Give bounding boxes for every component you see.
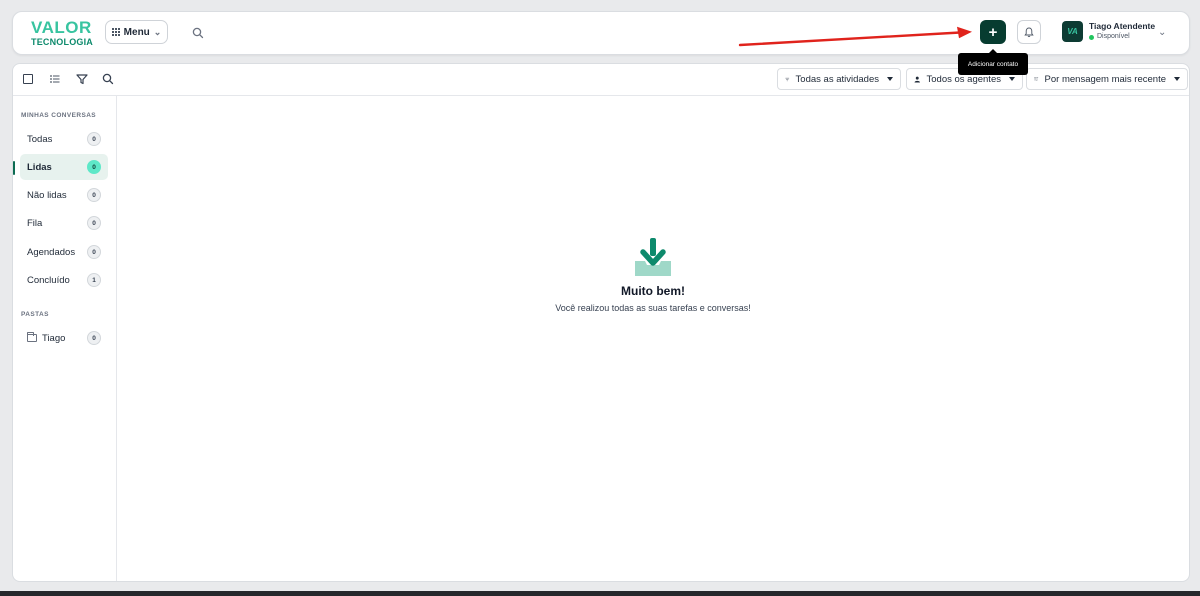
- search-icon[interactable]: [101, 72, 115, 86]
- chevron-down-icon: ⌄: [153, 26, 162, 37]
- user-status: Disponível: [1089, 32, 1155, 42]
- empty-state-subtitle: Você realizou todas as suas tarefas e co…: [555, 303, 751, 313]
- active-indicator: [13, 161, 15, 175]
- agents-filter-label: Todos os agentes: [926, 73, 1001, 85]
- sidebar-item-lidas[interactable]: Lidas 0: [20, 154, 108, 180]
- section-title-my-conversations: MINHAS CONVERSAS: [21, 112, 97, 119]
- main-panel: Todas as atividades Todos os agentes Por…: [12, 63, 1190, 582]
- checkbox-icon: [23, 74, 33, 84]
- red-arrow-annotation: [738, 26, 972, 47]
- sort-order-label: Por mensagem mais recente: [1044, 73, 1166, 85]
- status-dot-icon: [1089, 34, 1094, 40]
- top-header: VALOR TECNOLOGIA Menu ⌄ + VA Tiago Atend…: [12, 11, 1190, 55]
- folder-icon: [27, 332, 37, 342]
- count-badge: 0: [87, 331, 101, 345]
- bell-icon: [1024, 27, 1034, 37]
- sidebar-item-todas[interactable]: Todas 0: [20, 126, 108, 152]
- conversation-sidebar: MINHAS CONVERSAS Todas 0 Lidas 0 Não lid…: [13, 96, 117, 581]
- count-badge: 0: [87, 216, 101, 230]
- user-status-label: Disponível: [1097, 33, 1130, 40]
- add-contact-button[interactable]: +: [980, 20, 1006, 44]
- activities-filter-label: Todas as atividades: [795, 73, 879, 85]
- sidebar-item-label: Agendados: [27, 246, 76, 258]
- sidebar-item-label: Lidas: [27, 161, 52, 173]
- filter-icon[interactable]: [75, 72, 89, 86]
- sort-icon: [1034, 77, 1039, 81]
- sidebar-item-label: Todas: [27, 133, 53, 145]
- section-title-folders: PASTAS: [21, 311, 49, 318]
- empty-state: Muito bem! Você realizou todas as suas t…: [117, 237, 1189, 313]
- sidebar-item-nao-lidas[interactable]: Não lidas 0: [20, 182, 108, 208]
- sort-lines-icon: [785, 77, 790, 81]
- user-menu-chevron-icon[interactable]: ⌄: [1158, 27, 1166, 38]
- sidebar-item-label: Não lidas: [27, 189, 67, 201]
- add-contact-tooltip: Adicionar contato: [958, 49, 1028, 75]
- count-badge: 0: [87, 245, 101, 259]
- caret-down-icon: [1009, 77, 1015, 81]
- sidebar-item-fila[interactable]: Fila 0: [20, 210, 108, 236]
- sidebar-folder-tiago[interactable]: Tiago 0: [20, 325, 108, 351]
- menu-button-label: Menu: [123, 26, 150, 38]
- sidebar-item-label: Fila: [27, 217, 43, 229]
- activities-filter-dropdown[interactable]: Todas as atividades: [777, 68, 901, 90]
- count-badge: 0: [87, 188, 101, 202]
- count-badge: 1: [87, 273, 101, 287]
- count-badge: 0: [87, 160, 101, 174]
- user-name: Tiago Atendente: [1089, 21, 1156, 31]
- sort-order-dropdown[interactable]: Por mensagem mais recente: [1026, 68, 1188, 90]
- logo-text-top: VALOR: [31, 18, 92, 37]
- list-icon[interactable]: [48, 72, 62, 86]
- logo[interactable]: VALOR TECNOLOGIA: [31, 18, 93, 47]
- sidebar-item-label: Concluído: [27, 274, 70, 286]
- logo-text-bottom: TECNOLOGIA: [31, 37, 93, 47]
- caret-down-icon: [1174, 77, 1180, 81]
- bottom-taskbar: [0, 591, 1200, 596]
- avatar: VA: [1062, 21, 1083, 42]
- menu-button[interactable]: Menu ⌄: [105, 20, 168, 44]
- sidebar-item-agendados[interactable]: Agendados 0: [20, 239, 108, 265]
- download-tray-icon: [635, 238, 671, 276]
- notifications-button[interactable]: [1017, 20, 1041, 44]
- folder-label: Tiago: [42, 332, 66, 344]
- search-icon[interactable]: [191, 26, 205, 40]
- caret-down-icon: [887, 77, 893, 81]
- count-badge: 0: [87, 132, 101, 146]
- user-menu[interactable]: VA Tiago Atendente Disponível: [1062, 21, 1155, 42]
- sidebar-item-concluido[interactable]: Concluído 1: [20, 267, 108, 293]
- user-icon: [914, 76, 920, 82]
- grid-icon: [111, 28, 120, 36]
- select-all-checkbox[interactable]: [21, 72, 35, 86]
- empty-state-title: Muito bem!: [621, 284, 685, 298]
